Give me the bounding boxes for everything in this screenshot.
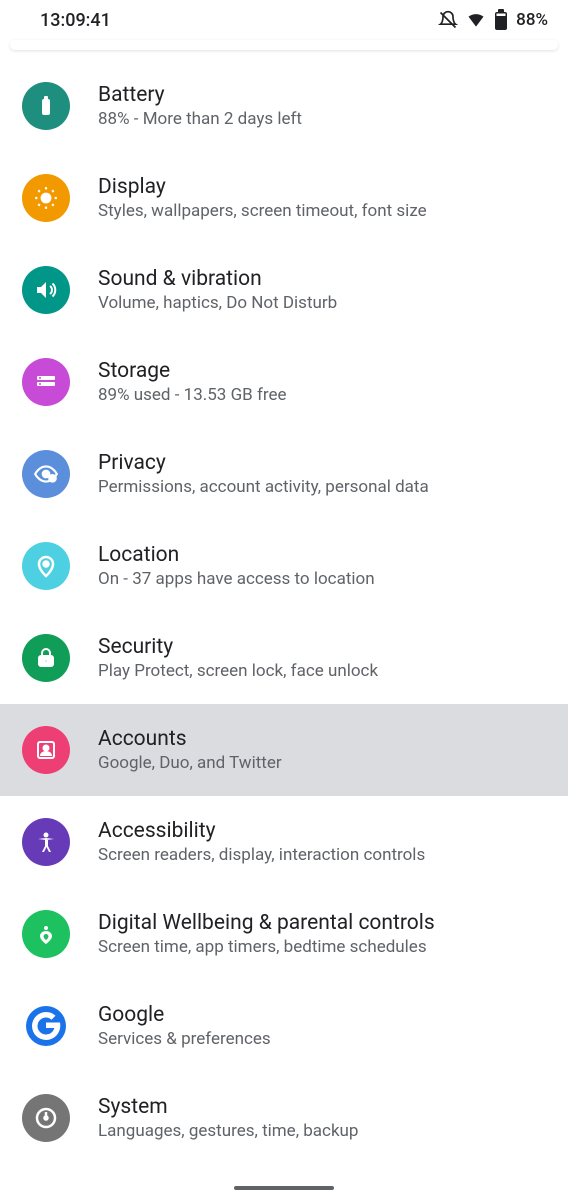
item-subtitle: Google, Duo, and Twitter [98,753,282,773]
item-subtitle: Services & preferences [98,1029,271,1049]
item-title: Security [98,635,378,659]
storage-icon [22,358,70,406]
brightness-icon [22,174,70,222]
sound-icon [22,266,70,314]
settings-item-location[interactable]: Location On - 37 apps have access to loc… [0,520,568,612]
accounts-icon [22,726,70,774]
item-text: Privacy Permissions, account activity, p… [98,451,429,497]
item-title: Battery [98,83,302,107]
settings-item-privacy[interactable]: Privacy Permissions, account activity, p… [0,428,568,520]
item-text: Google Services & preferences [98,1003,271,1049]
item-text: Location On - 37 apps have access to loc… [98,543,375,589]
item-title: Privacy [98,451,429,475]
item-subtitle: Styles, wallpapers, screen timeout, font… [98,201,427,221]
item-subtitle: Volume, haptics, Do Not Disturb [98,293,337,313]
item-text: Display Styles, wallpapers, screen timeo… [98,175,427,221]
status-right: 88% [438,9,548,31]
search-card[interactable] [10,40,558,50]
item-title: Sound & vibration [98,267,337,291]
item-text: Battery 88% - More than 2 days left [98,83,302,129]
settings-item-accessibility[interactable]: Accessibility Screen readers, display, i… [0,796,568,888]
item-subtitle: Screen readers, display, interaction con… [98,845,425,865]
item-text: System Languages, gestures, time, backup [98,1095,358,1141]
item-subtitle: Screen time, app timers, bedtime schedul… [98,937,435,957]
location-icon [22,542,70,590]
item-subtitle: On - 37 apps have access to location [98,569,375,589]
item-title: Location [98,543,375,567]
settings-item-system[interactable]: System Languages, gestures, time, backup [0,1072,568,1164]
item-title: Accessibility [98,819,425,843]
security-icon [22,634,70,682]
item-subtitle: Play Protect, screen lock, face unlock [98,661,378,681]
privacy-icon [22,450,70,498]
battery-percentage: 88% [516,10,548,30]
wifi-icon [466,10,486,30]
notifications-off-icon [438,10,458,30]
item-title: Digital Wellbeing & parental controls [98,911,435,935]
item-title: Storage [98,359,287,383]
settings-item-brightness[interactable]: Display Styles, wallpapers, screen timeo… [0,152,568,244]
item-subtitle: 88% - More than 2 days left [98,109,302,129]
battery-icon [494,9,508,31]
settings-item-google[interactable]: Google Services & preferences [0,980,568,1072]
google-icon [22,1002,70,1050]
item-text: Accessibility Screen readers, display, i… [98,819,425,865]
item-text: Digital Wellbeing & parental controls Sc… [98,911,435,957]
status-time: 13:09:41 [40,10,111,31]
settings-item-storage[interactable]: Storage 89% used - 13.53 GB free [0,336,568,428]
battery-icon [22,82,70,130]
status-bar: 13:09:41 88% [0,0,568,40]
settings-item-sound[interactable]: Sound & vibration Volume, haptics, Do No… [0,244,568,336]
item-title: Google [98,1003,271,1027]
item-subtitle: Languages, gestures, time, backup [98,1121,358,1141]
settings-item-wellbeing[interactable]: Digital Wellbeing & parental controls Sc… [0,888,568,980]
item-title: System [98,1095,358,1119]
item-subtitle: Permissions, account activity, personal … [98,477,429,497]
item-title: Accounts [98,727,282,751]
navigation-handle[interactable] [234,1186,334,1190]
item-subtitle: 89% used - 13.53 GB free [98,385,287,405]
item-text: Sound & vibration Volume, haptics, Do No… [98,267,337,313]
settings-item-security[interactable]: Security Play Protect, screen lock, face… [0,612,568,704]
item-text: Security Play Protect, screen lock, face… [98,635,378,681]
item-text: Storage 89% used - 13.53 GB free [98,359,287,405]
settings-item-battery[interactable]: Battery 88% - More than 2 days left [0,60,568,152]
wellbeing-icon [22,910,70,958]
item-title: Display [98,175,427,199]
accessibility-icon [22,818,70,866]
settings-list: Battery 88% - More than 2 days left Disp… [0,60,568,1164]
item-text: Accounts Google, Duo, and Twitter [98,727,282,773]
system-icon [22,1094,70,1142]
settings-item-accounts[interactable]: Accounts Google, Duo, and Twitter [0,704,568,796]
